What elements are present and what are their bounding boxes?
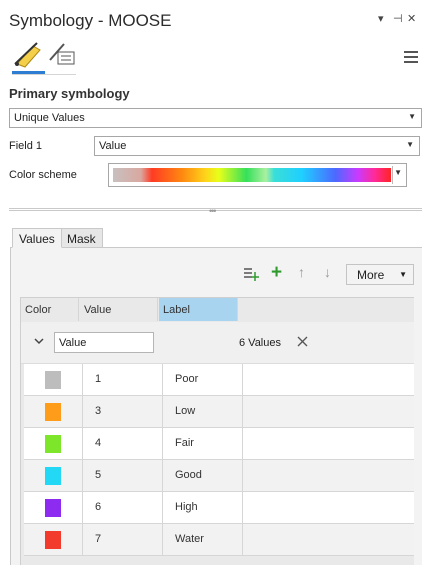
splitter-grip-icon[interactable]: ••• bbox=[209, 206, 217, 216]
label-cell[interactable]: Water bbox=[163, 524, 243, 556]
chevron-down-icon: ▼ bbox=[408, 112, 416, 121]
label-cell[interactable]: Good bbox=[163, 460, 243, 492]
value-cell[interactable]: 4 bbox=[83, 428, 163, 460]
pane-title: Symbology - MOOSE bbox=[9, 11, 172, 30]
column-header-label[interactable]: Label bbox=[159, 298, 238, 321]
color-swatch[interactable] bbox=[45, 531, 61, 549]
close-pane-icon[interactable]: ✕ bbox=[407, 12, 416, 25]
field1-value: Value bbox=[99, 140, 127, 152]
vary-symbology-tab-icon[interactable] bbox=[48, 40, 80, 70]
value-cell[interactable]: 3 bbox=[83, 396, 163, 428]
color-ramp-preview bbox=[113, 168, 391, 182]
group-value-count: 6 Values bbox=[239, 337, 281, 349]
symbology-method-select[interactable]: Unique Values ▼ bbox=[9, 108, 422, 128]
table-row[interactable]: 5 Good bbox=[24, 460, 414, 492]
value-cell[interactable]: 6 bbox=[83, 492, 163, 524]
symbology-method-value: Unique Values bbox=[14, 112, 85, 124]
color-cell[interactable] bbox=[24, 364, 83, 396]
color-scheme-label: Color scheme bbox=[9, 169, 77, 181]
move-down-icon[interactable]: ↓ bbox=[324, 264, 331, 280]
column-header-value[interactable]: Value bbox=[80, 298, 158, 321]
table-row[interactable]: 4 Fair bbox=[24, 428, 414, 460]
add-all-values-icon[interactable] bbox=[243, 266, 259, 282]
color-swatch[interactable] bbox=[45, 499, 61, 517]
chevron-down-icon: ▼ bbox=[394, 168, 402, 177]
table-row[interactable]: 3 Low bbox=[24, 396, 414, 428]
color-cell[interactable] bbox=[24, 460, 83, 492]
symbology-tab-icon[interactable] bbox=[13, 40, 45, 70]
pin-pane-icon[interactable]: ⊣ bbox=[393, 12, 403, 25]
chevron-down-icon: ▼ bbox=[406, 140, 414, 149]
tab-values[interactable]: Values bbox=[12, 228, 62, 248]
collapse-group-icon[interactable] bbox=[34, 337, 44, 345]
move-up-icon[interactable]: ↑ bbox=[298, 264, 305, 280]
pane-splitter[interactable] bbox=[9, 208, 422, 211]
label-cell[interactable]: High bbox=[163, 492, 243, 524]
color-swatch[interactable] bbox=[45, 435, 61, 453]
primary-symbology-heading: Primary symbology bbox=[9, 86, 130, 101]
table-row[interactable]: 7 Water bbox=[24, 524, 414, 556]
color-cell[interactable] bbox=[24, 428, 83, 460]
field1-label: Field 1 bbox=[9, 140, 43, 152]
menu-icon[interactable] bbox=[404, 51, 418, 66]
remove-group-icon[interactable] bbox=[297, 336, 308, 347]
ramp-separator bbox=[392, 166, 393, 184]
color-cell[interactable] bbox=[24, 396, 83, 428]
add-value-icon[interactable]: + bbox=[271, 262, 282, 284]
chevron-down-icon: ▼ bbox=[399, 270, 407, 279]
tab-mask[interactable]: Mask bbox=[60, 228, 103, 248]
value-cell[interactable]: 1 bbox=[83, 364, 163, 396]
table-row[interactable]: 6 High bbox=[24, 492, 414, 524]
table-row[interactable]: 1 Poor bbox=[24, 364, 414, 396]
value-cell[interactable]: 5 bbox=[83, 460, 163, 492]
column-header-color[interactable]: Color bbox=[21, 298, 79, 321]
group-field-input[interactable]: Value bbox=[54, 332, 154, 353]
label-cell[interactable]: Fair bbox=[163, 428, 243, 460]
label-cell[interactable]: Low bbox=[163, 396, 243, 428]
color-cell[interactable] bbox=[24, 492, 83, 524]
color-scheme-select[interactable]: ▼ bbox=[108, 163, 407, 187]
tab-separator bbox=[12, 74, 76, 75]
field1-select[interactable]: Value ▼ bbox=[94, 136, 420, 156]
color-swatch[interactable] bbox=[45, 371, 61, 389]
more-button[interactable]: More ▼ bbox=[346, 264, 414, 285]
collapse-pane-icon[interactable]: ▾ bbox=[378, 12, 384, 25]
more-button-label: More bbox=[357, 268, 385, 282]
color-swatch[interactable] bbox=[45, 403, 61, 421]
label-cell[interactable]: Poor bbox=[163, 364, 243, 396]
value-cell[interactable]: 7 bbox=[83, 524, 163, 556]
color-swatch[interactable] bbox=[45, 467, 61, 485]
color-cell[interactable] bbox=[24, 524, 83, 556]
